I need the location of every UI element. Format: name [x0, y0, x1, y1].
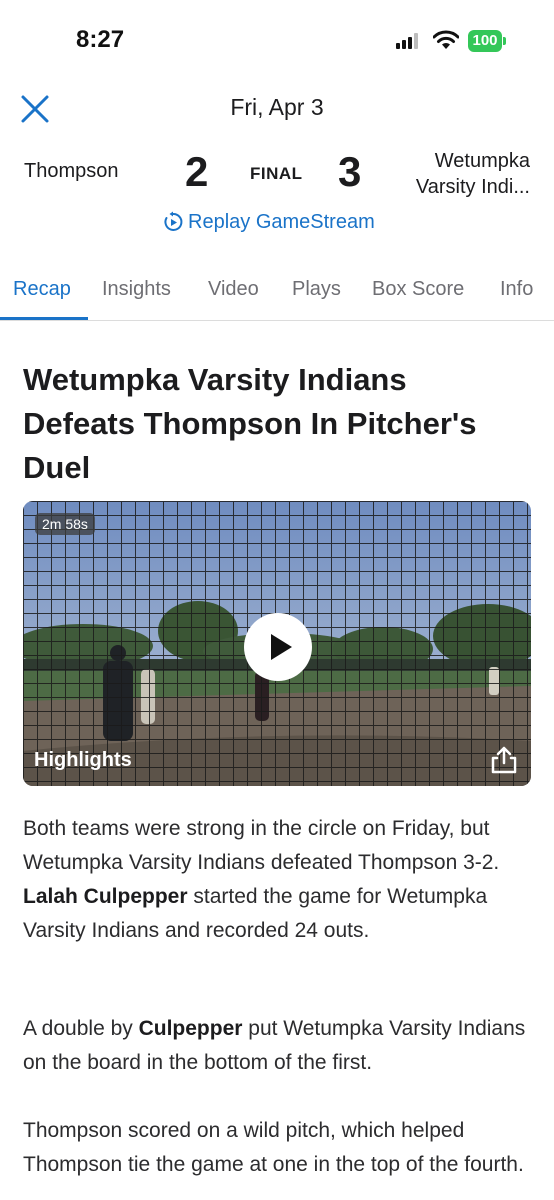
article-paragraph-1: Both teams were strong in the circle on … — [23, 812, 533, 948]
replay-gamestream-label: Replay GameStream — [188, 210, 375, 233]
home-team-name[interactable]: Thompson — [24, 160, 119, 183]
wifi-icon — [433, 30, 459, 49]
play-icon — [271, 634, 292, 660]
cellular-signal-icon — [396, 33, 424, 49]
highlights-video[interactable]: 2m 58s Highlights — [23, 501, 531, 786]
article-headline: Wetumpka Varsity Indians Defeats Thompso… — [23, 362, 477, 485]
player-name: Culpepper — [138, 1017, 243, 1040]
battery-icon: 100 — [468, 30, 506, 52]
video-title: Highlights — [34, 749, 132, 771]
game-status: FINAL — [250, 164, 303, 183]
status-bar: 8:27 100 — [0, 0, 554, 80]
tab-recap[interactable]: Recap — [13, 278, 71, 301]
away-team-name[interactable]: Wetumpka Varsity Indi... — [380, 148, 530, 200]
paragraph-text: Thompson scored on a wild pitch, which h… — [23, 1119, 524, 1176]
article-paragraph-2: A double by Culpepper put Wetumpka Varsi… — [23, 1012, 533, 1080]
replay-icon — [164, 211, 183, 231]
player-name: Lalah Culpepper — [23, 885, 188, 908]
tab-bar: Recap Insights Video Plays Box Score Inf… — [0, 270, 554, 321]
tab-plays[interactable]: Plays — [292, 278, 341, 301]
tab-info[interactable]: Info — [500, 278, 533, 301]
tab-insights[interactable]: Insights — [102, 278, 171, 301]
away-team-score: 3 — [338, 148, 362, 195]
tab-box-score[interactable]: Box Score — [372, 278, 464, 301]
article-paragraph-3: Thompson scored on a wild pitch, which h… — [23, 1114, 533, 1182]
share-icon[interactable] — [489, 745, 519, 775]
paragraph-text: Both teams were strong in the circle on … — [23, 817, 500, 874]
replay-gamestream-link[interactable]: Replay GameStream — [162, 208, 375, 236]
away-team-name-line1: Wetumpka — [434, 150, 530, 172]
home-team-score: 2 — [185, 148, 209, 195]
active-tab-indicator — [0, 317, 88, 320]
status-time: 8:27 — [76, 26, 125, 53]
video-duration: 2m 58s — [35, 513, 95, 535]
away-team-name-line2: Varsity Indi... — [415, 176, 530, 198]
game-date: Fri, Apr 3 — [230, 94, 324, 120]
tab-video[interactable]: Video — [208, 278, 259, 301]
paragraph-text: A double by — [23, 1017, 139, 1040]
play-button[interactable] — [244, 613, 312, 681]
battery-level: 100 — [472, 32, 498, 49]
